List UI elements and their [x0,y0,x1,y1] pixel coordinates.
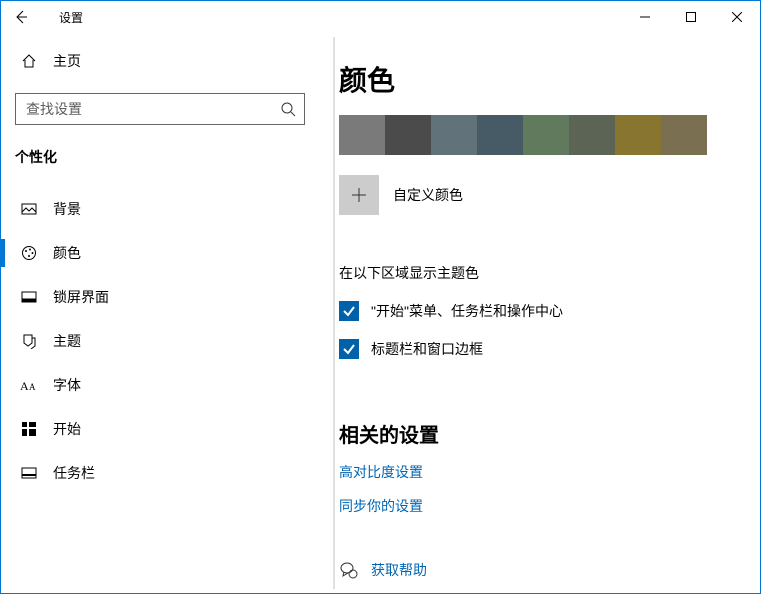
sidebar-item-lockscreen[interactable]: 锁屏界面 [1,275,319,319]
minimize-icon [640,12,650,22]
get-help-label: 获取帮助 [371,560,427,580]
sidebar-item-themes[interactable]: 主题 [1,319,319,363]
palette-icon [19,245,39,261]
home-icon [19,53,39,69]
lockscreen-icon [19,289,39,305]
font-icon: A A [19,378,39,392]
related-settings-title: 相关的设置 [339,419,730,448]
sidebar-item-label: 背景 [39,199,81,219]
checkbox-label: "开始"菜单、任务栏和操作中心 [371,301,563,321]
sidebar-item-label: 锁屏界面 [39,287,109,307]
link-sync-settings[interactable]: 同步你的设置 [339,496,730,516]
checkbox-start-taskbar[interactable]: "开始"菜单、任务栏和操作中心 [339,301,730,321]
sidebar-item-label: 任务栏 [39,463,95,483]
sidebar-home-label: 主页 [39,51,81,71]
search-icon [280,101,296,117]
sidebar-category: 个性化 [1,147,319,167]
picture-icon [19,201,39,217]
color-swatch[interactable] [477,115,523,155]
link-high-contrast[interactable]: 高对比度设置 [339,462,730,482]
svg-text:A: A [29,382,36,392]
color-swatch-row [339,115,730,155]
get-help-row[interactable]: 获取帮助 [339,560,730,580]
sidebar-item-taskbar[interactable]: 任务栏 [1,451,319,495]
sidebar-item-colors[interactable]: 颜色 [1,231,319,275]
sidebar-item-label: 主题 [39,331,81,351]
theme-icon [19,333,39,349]
color-swatch[interactable] [339,115,385,155]
taskbar-icon [19,465,39,481]
svg-text:A: A [20,379,29,392]
window-controls [622,1,760,33]
sidebar-item-label: 字体 [39,375,81,395]
color-swatch[interactable] [615,115,661,155]
start-icon [19,421,39,437]
sidebar-item-label: 开始 [39,419,81,439]
color-swatch[interactable] [569,115,615,155]
color-swatch[interactable] [431,115,477,155]
color-swatch[interactable] [385,115,431,155]
add-custom-color-button[interactable] [339,175,379,215]
custom-color-label: 自定义颜色 [393,185,463,205]
page-title: 颜色 [339,59,730,99]
search-placeholder: 查找设置 [26,99,280,119]
help-icon [339,561,359,579]
window-title: 设置 [41,9,83,26]
vertical-divider [333,37,335,589]
titlebar: 设置 [1,1,760,33]
minimize-button[interactable] [622,1,668,33]
sidebar-item-fonts[interactable]: A A 字体 [1,363,319,407]
color-swatch[interactable] [523,115,569,155]
maximize-icon [686,12,696,22]
checkbox-label: 标题栏和窗口边框 [371,339,483,359]
close-button[interactable] [714,1,760,33]
custom-color-row[interactable]: 自定义颜色 [339,175,730,215]
search-input[interactable]: 查找设置 [15,93,305,125]
sidebar-item-label: 颜色 [39,243,81,263]
checkbox-title-borders[interactable]: 标题栏和窗口边框 [339,339,730,359]
sidebar: 主页 查找设置 个性化 背景 [1,33,319,593]
main-content: 颜色 自定义颜色 在以下区域显示主题色 "开始"菜单、任务栏和操作中心 [319,33,760,593]
back-arrow-icon [13,9,29,25]
accent-section-label: 在以下区域显示主题色 [339,263,730,283]
checkbox-icon [339,301,359,321]
checkbox-icon [339,339,359,359]
back-button[interactable] [1,1,41,33]
maximize-button[interactable] [668,1,714,33]
sidebar-item-start[interactable]: 开始 [1,407,319,451]
sidebar-home[interactable]: 主页 [1,41,319,81]
sidebar-item-background[interactable]: 背景 [1,187,319,231]
close-icon [732,12,742,22]
plus-icon [351,187,367,203]
color-swatch[interactable] [661,115,707,155]
